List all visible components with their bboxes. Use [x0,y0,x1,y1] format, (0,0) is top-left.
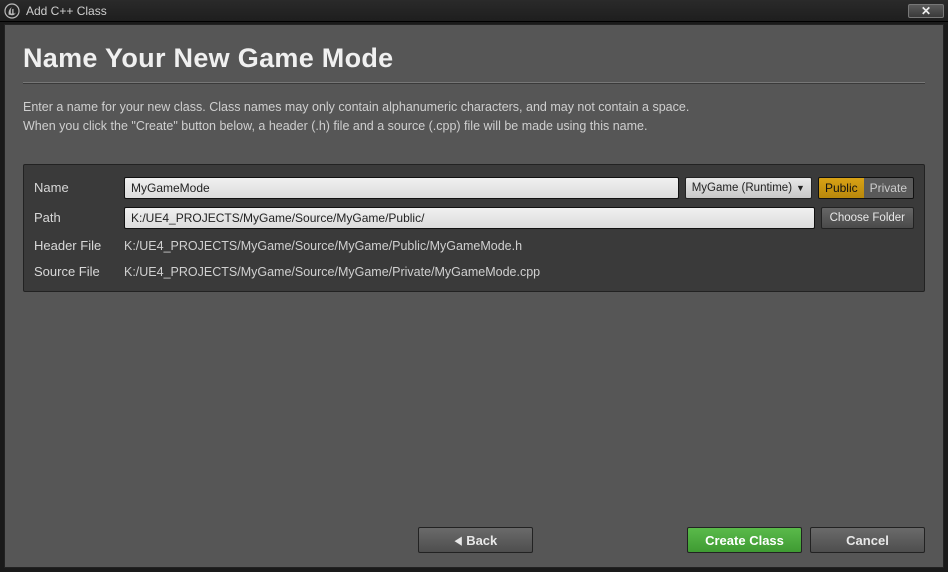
unreal-logo-icon [4,3,20,19]
name-row: Name MyGame (Runtime) ▼ Public Private [34,177,914,199]
spacer [23,292,925,518]
button-row: ◀ Back Create Class Cancel [23,527,925,553]
visibility-public-button[interactable]: Public [819,178,864,198]
back-button[interactable]: ◀ Back [418,527,533,553]
title-bar: Add C++ Class ✕ [0,0,948,22]
cancel-button-label: Cancel [846,533,889,548]
chevron-down-icon: ▼ [796,183,805,193]
back-arrow-icon: ◀ [455,534,462,547]
page-title: Name Your New Game Mode [23,43,925,74]
dialog-frame: Name Your New Game Mode Enter a name for… [0,22,948,572]
module-dropdown[interactable]: MyGame (Runtime) ▼ [685,177,812,199]
close-button[interactable]: ✕ [908,4,944,18]
module-selected-label: MyGame (Runtime) [692,182,792,194]
window-title: Add C++ Class [26,4,908,18]
instructions: Enter a name for your new class. Class n… [23,98,925,136]
header-file-value: K:/UE4_PROJECTS/MyGame/Source/MyGame/Pub… [124,237,914,255]
choose-folder-button[interactable]: Choose Folder [821,207,914,229]
visibility-private-button[interactable]: Private [864,178,913,198]
class-name-input[interactable] [124,177,679,199]
source-file-label: Source File [34,264,124,279]
path-label: Path [34,210,124,225]
back-button-label: Back [466,533,497,548]
header-file-row: Header File K:/UE4_PROJECTS/MyGame/Sourc… [34,237,914,255]
header-file-label: Header File [34,238,124,253]
source-file-value: K:/UE4_PROJECTS/MyGame/Source/MyGame/Pri… [124,263,914,281]
form-panel: Name MyGame (Runtime) ▼ Public Private P… [23,164,925,292]
cancel-button[interactable]: Cancel [810,527,925,553]
path-input[interactable] [124,207,815,229]
name-label: Name [34,180,124,195]
create-button-label: Create Class [705,533,784,548]
create-class-button[interactable]: Create Class [687,527,802,553]
dialog-body: Name Your New Game Mode Enter a name for… [4,24,944,568]
close-icon: ✕ [921,6,931,16]
instruction-text-1: Enter a name for your new class. Class n… [23,98,925,117]
visibility-toggle: Public Private [818,177,914,199]
divider [23,82,925,84]
source-file-row: Source File K:/UE4_PROJECTS/MyGame/Sourc… [34,263,914,281]
path-row: Path Choose Folder [34,207,914,229]
instruction-text-2: When you click the "Create" button below… [23,117,925,136]
